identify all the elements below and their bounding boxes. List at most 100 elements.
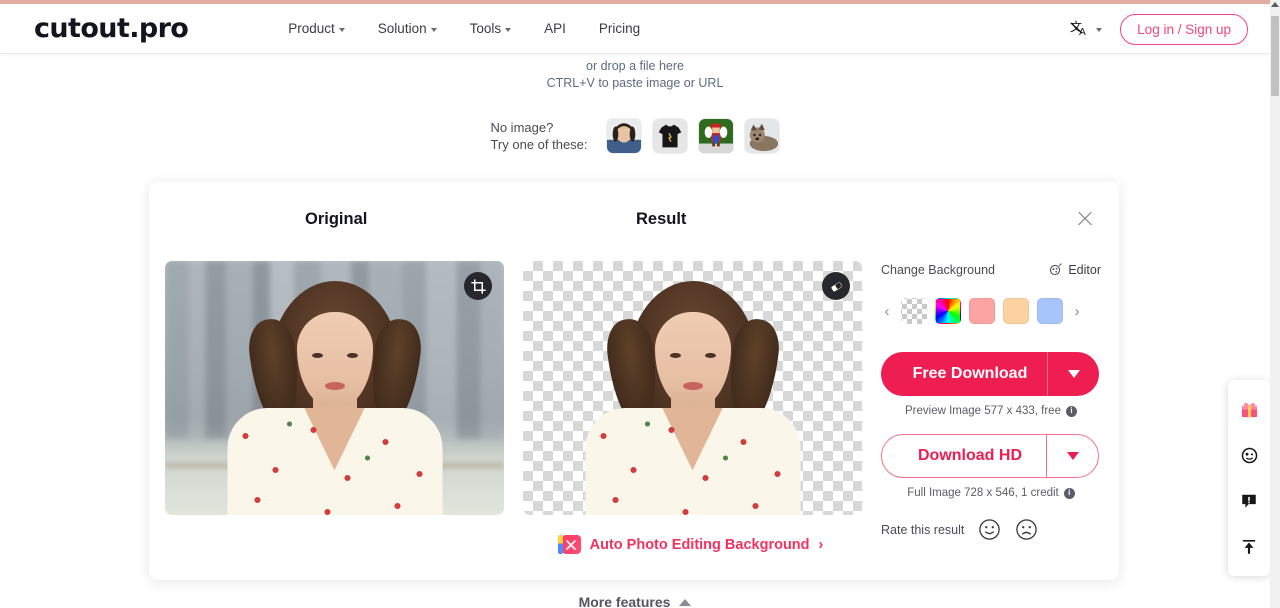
sample-portrait-image xyxy=(606,119,641,153)
swatch-next-button[interactable]: › xyxy=(1071,304,1083,319)
swatch-blue[interactable] xyxy=(1037,298,1063,324)
swatch-rainbow[interactable] xyxy=(935,298,961,324)
sample-tshirt-image xyxy=(652,119,687,153)
scrollbar-up-arrow-icon[interactable] xyxy=(1271,2,1279,7)
nav-item-label: Solution xyxy=(377,21,427,36)
result-card: Original Result Auto Photo Editing Backg… xyxy=(149,182,1119,580)
paste-hint: CTRL+V to paste image or URL xyxy=(546,76,724,90)
svg-text:A: A xyxy=(1079,27,1086,38)
nav-item-pricing[interactable]: Pricing xyxy=(599,21,640,36)
more-features-toggle[interactable]: More features xyxy=(0,594,1270,608)
avatar-button[interactable] xyxy=(1228,432,1270,478)
crop-button[interactable] xyxy=(464,272,492,300)
person-cutout xyxy=(523,261,862,515)
eye-left xyxy=(669,352,681,358)
lips xyxy=(324,381,345,390)
auto-photo-editing-background-link[interactable]: Auto Photo Editing Background › xyxy=(523,535,862,554)
result-column-title: Result xyxy=(636,210,687,228)
header-right-group: 文 A Log in / Sign up xyxy=(1070,4,1248,54)
download-hd-button[interactable]: Download HD xyxy=(881,434,1099,478)
sample-mario[interactable] xyxy=(697,118,734,154)
nav-item-label: Tools xyxy=(469,21,502,36)
swatch-peach[interactable] xyxy=(1003,298,1029,324)
sample-images-label: No image? Try one of these: xyxy=(490,120,588,152)
change-background-label: Change Background xyxy=(881,263,995,277)
eye-right xyxy=(704,352,716,358)
upload-hints: or drop a file here CTRL+V to paste imag… xyxy=(0,58,1270,92)
page-root: cutout.pro Product Solution Tools API Pr… xyxy=(0,0,1280,608)
original-image-pane[interactable] xyxy=(165,261,504,515)
main-nav: Product Solution Tools API Pricing xyxy=(288,21,640,36)
auto-edit-chevron-icon: › xyxy=(818,536,824,553)
browser-scrollbar[interactable] xyxy=(1270,0,1280,608)
nav-item-tools[interactable]: Tools xyxy=(470,21,512,36)
controls-column: Change Background Editor ‹ › Free Downlo… xyxy=(881,261,1101,541)
eye-right xyxy=(346,352,358,358)
result-image-pane[interactable] xyxy=(523,261,862,515)
chevron-down-icon xyxy=(1067,370,1080,378)
free-download-dropdown[interactable] xyxy=(1047,352,1099,396)
gift-icon xyxy=(1241,402,1257,417)
auto-edit-label: Auto Photo Editing Background xyxy=(589,536,810,553)
rate-result-label: Rate this result xyxy=(881,522,965,537)
free-download-label: Free Download xyxy=(912,365,1028,382)
swatch-pink[interactable] xyxy=(969,298,995,324)
language-switcher[interactable]: 文 A xyxy=(1070,19,1103,39)
rate-result-row: Rate this result xyxy=(881,518,1101,541)
free-download-caption: Preview Image 577 x 433, free i xyxy=(881,405,1101,417)
eraser-icon xyxy=(830,281,842,291)
swatch-transparent[interactable] xyxy=(901,298,927,324)
download-hd-dropdown[interactable] xyxy=(1046,434,1098,478)
info-icon[interactable]: i xyxy=(1065,405,1077,417)
original-photo xyxy=(165,261,504,515)
chevron-up-icon xyxy=(679,598,692,606)
scissors-glyph xyxy=(566,539,576,550)
drop-file-hint: or drop a file here xyxy=(586,59,684,73)
nav-item-solution[interactable]: Solution xyxy=(378,21,437,36)
nav-item-product[interactable]: Product xyxy=(288,21,345,36)
editor-label: Editor xyxy=(1068,263,1101,277)
lips xyxy=(682,381,703,390)
background-swatches: ‹ › xyxy=(881,298,1101,324)
scroll-to-top-button[interactable] xyxy=(1228,524,1270,570)
avatar-face-icon xyxy=(1241,447,1257,463)
eye-left xyxy=(311,352,323,358)
auto-edit-icon xyxy=(557,535,581,554)
translate-icon: 文 A xyxy=(1070,19,1086,38)
eraser-button[interactable] xyxy=(822,272,850,300)
close-icon[interactable] xyxy=(1075,209,1095,229)
feedback-icon xyxy=(1242,494,1256,508)
sample-portrait[interactable] xyxy=(605,118,642,154)
sample-dog-image xyxy=(744,119,779,153)
site-logo[interactable]: cutout.pro xyxy=(34,13,189,44)
dress xyxy=(227,408,442,515)
person-figure xyxy=(165,261,504,515)
sample-tshirt[interactable] xyxy=(651,118,688,154)
sample-images-row: No image? Try one of these: xyxy=(0,118,1270,154)
editor-button[interactable]: Editor xyxy=(1048,263,1101,277)
preview-size-text: Preview Image 577 x 433, free xyxy=(905,405,1061,417)
scrollbar-thumb[interactable] xyxy=(1271,16,1279,96)
floating-toolbar xyxy=(1228,380,1270,576)
chevron-down-icon xyxy=(338,27,345,32)
more-features-label: More features xyxy=(578,594,671,608)
chevron-down-icon xyxy=(505,27,512,32)
feedback-button[interactable] xyxy=(1228,478,1270,524)
change-background-row: Change Background Editor xyxy=(881,261,1101,279)
download-hd-caption: Full Image 728 x 546, 1 credit i xyxy=(881,487,1101,499)
cherry-pattern xyxy=(585,408,800,515)
swatch-prev-button[interactable]: ‹ xyxy=(881,304,893,319)
nav-item-api[interactable]: API xyxy=(544,21,566,36)
cherry-pattern xyxy=(227,408,442,515)
free-download-button[interactable]: Free Download xyxy=(881,352,1099,396)
login-signup-button[interactable]: Log in / Sign up xyxy=(1120,13,1248,45)
gift-button[interactable] xyxy=(1228,386,1270,432)
smiley-happy-icon[interactable] xyxy=(978,518,1001,541)
sample-dog[interactable] xyxy=(743,118,780,154)
smiley-sad-icon[interactable] xyxy=(1015,518,1038,541)
info-icon[interactable]: i xyxy=(1063,487,1075,499)
scroll-to-top-icon xyxy=(1242,539,1256,554)
dress xyxy=(585,408,800,515)
site-header: cutout.pro Product Solution Tools API Pr… xyxy=(0,4,1270,54)
sample-mario-image xyxy=(698,119,733,153)
